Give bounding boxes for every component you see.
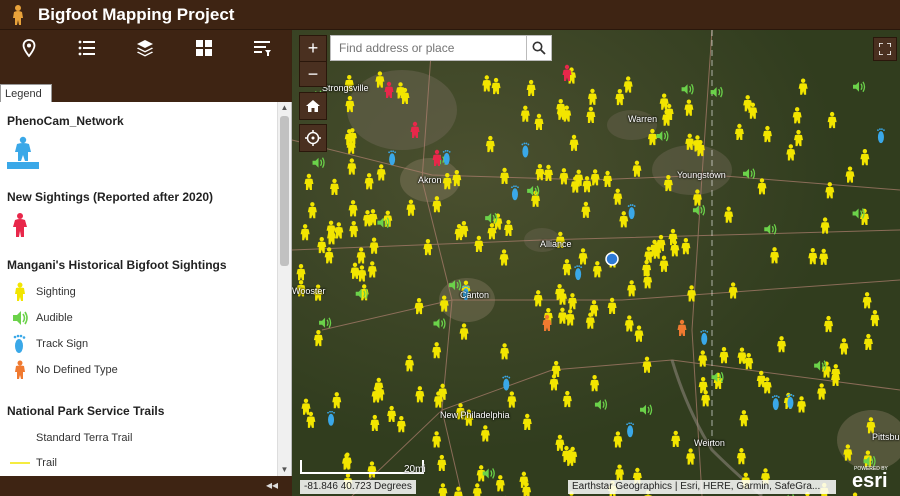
city-label-pittsburgh: Pittsbu: [872, 432, 900, 442]
city-label-canton: Canton: [460, 290, 490, 300]
location-button[interactable]: [11, 32, 47, 64]
locate-button[interactable]: [299, 124, 327, 152]
collapse-panel-icon[interactable]: ◂◂: [266, 478, 278, 492]
zoom-control: + −: [299, 35, 327, 87]
bigfoot-logo-icon: [13, 4, 23, 25]
scroll-thumb[interactable]: [280, 116, 289, 266]
legend-label-audible: Audible: [36, 312, 73, 324]
fullscreen-button[interactable]: [873, 37, 897, 61]
no-defined-type-icon: [15, 360, 25, 379]
legend-label-standard-trail: Standard Terra Trail: [36, 432, 133, 444]
city-label-warren: Warren: [628, 114, 658, 124]
current-location-dot: [605, 252, 619, 266]
city-label-new-philadelphia: New Philadelphia: [440, 410, 510, 420]
legend-item-track-sign: Track Sign: [10, 334, 88, 354]
search-button[interactable]: [526, 35, 552, 61]
phenocam-icon: [7, 136, 39, 169]
legend-panel: PhenoCam_Network New Sightings (Reported…: [0, 102, 292, 476]
scroll-down-icon[interactable]: ▼: [280, 466, 289, 474]
filter-list-icon: [253, 41, 271, 56]
app-header: Bigfoot Mapping Project: [0, 0, 900, 30]
legend-label-no-defined-type: No Defined Type: [36, 364, 118, 376]
legend-item-no-defined-type: No Defined Type: [10, 360, 118, 380]
coordinates-readout: -81.846 40.723 Degrees: [300, 480, 416, 494]
city-label-alliance: Alliance: [540, 239, 572, 249]
new-sighting-icon: [13, 213, 27, 237]
layer-title-new-sightings: New Sightings (Reported after 2020): [7, 190, 214, 204]
audible-icon: [13, 311, 28, 325]
legend-label-track-sign: Track Sign: [36, 338, 89, 350]
tab-legend[interactable]: Legend: [0, 84, 52, 102]
legend-scrollbar[interactable]: ▲ ▼: [277, 102, 291, 476]
locate-icon: [305, 130, 321, 146]
track-sign-icon: [13, 334, 26, 353]
legend-item-standard-trail: Standard Terra Trail: [10, 428, 132, 448]
sighting-icon: [15, 282, 25, 301]
city-label-strongsville: Strongsville: [322, 83, 369, 93]
map-view[interactable]: Strongsville Warren Akron Youngstown All…: [292, 30, 900, 496]
filter-list-button[interactable]: [244, 32, 280, 64]
legend-label-trail: Trail: [36, 457, 57, 469]
zoom-in-button[interactable]: +: [300, 36, 326, 61]
search-box: [330, 35, 527, 61]
fullscreen-icon: [879, 43, 891, 55]
standard-trail-icon: [10, 428, 30, 448]
list-button[interactable]: [69, 32, 105, 64]
city-label-weirton: Weirton: [694, 438, 725, 448]
scale-label: 20mi: [404, 464, 426, 475]
grid-button[interactable]: [186, 32, 222, 64]
layer-title-phenocam: PhenoCam_Network: [7, 114, 124, 128]
scroll-up-icon[interactable]: ▲: [280, 104, 289, 112]
satellite-basemap: [292, 30, 900, 496]
city-label-akron: Akron: [418, 175, 442, 185]
toolbar-strip: [0, 66, 291, 84]
city-label-youngstown: Youngstown: [677, 170, 726, 180]
grid-icon: [195, 40, 212, 56]
layer-title-historical: Mangani's Historical Bigfoot Sightings: [7, 258, 227, 272]
side-toolbar: [0, 30, 291, 66]
home-button[interactable]: [299, 92, 327, 120]
panel-bottom-bar: ◂◂: [0, 476, 292, 496]
legend-item-trail: Trail: [10, 453, 57, 473]
legend-item-sighting: Sighting: [10, 282, 76, 302]
location-icon: [22, 39, 36, 58]
legend-item-audible: Audible: [10, 308, 73, 328]
home-icon: [306, 100, 320, 112]
trail-line-icon: [10, 462, 30, 464]
list-icon: [78, 40, 96, 56]
layers-icon: [137, 40, 154, 57]
search-icon: [532, 41, 546, 55]
esri-logo[interactable]: POWERED BY esri: [852, 466, 898, 494]
search-input[interactable]: [331, 36, 527, 60]
layers-button[interactable]: [127, 32, 163, 64]
zoom-out-button[interactable]: −: [300, 61, 326, 87]
legend-label-sighting: Sighting: [36, 286, 76, 298]
map-attribution[interactable]: Earthstar Geographics | Esri, HERE, Garm…: [568, 480, 836, 494]
app-title: Bigfoot Mapping Project: [38, 4, 235, 24]
esri-wordmark: esri: [852, 470, 888, 492]
layer-title-nps-trails: National Park Service Trails: [7, 404, 165, 418]
city-label-wooster: Wooster: [292, 286, 326, 296]
